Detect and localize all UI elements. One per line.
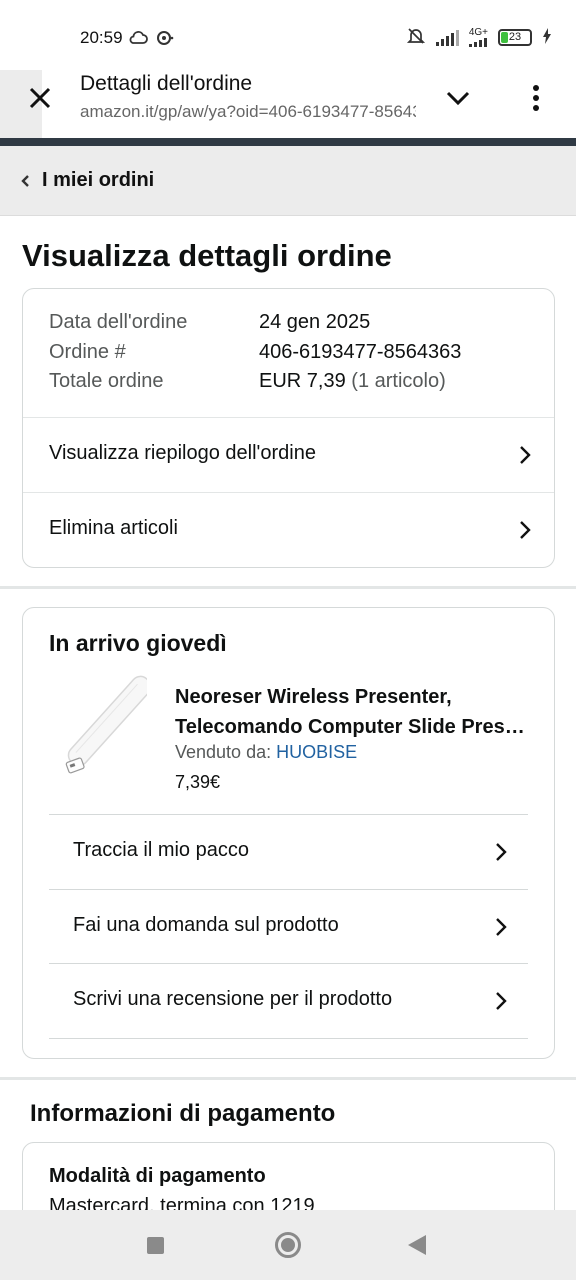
product-image[interactable] [47, 674, 152, 784]
product-title-line2: Telecomando Computer Slide Presenter [175, 716, 531, 738]
breadcrumb-label[interactable]: I miei ordini [42, 169, 154, 192]
ask-question-link[interactable]: Fai una domanda sul prodotto [49, 890, 528, 964]
payment-method-title: Modalità di pagamento [49, 1165, 266, 1187]
order-item-count: (1 articolo) [351, 370, 446, 392]
link-label: Visualizza riepilogo dell'ordine [49, 442, 316, 464]
seller-info: Venduto da: HUOBISE [175, 742, 357, 763]
info-label: Totale ordine [49, 370, 164, 392]
section-separator [0, 586, 576, 589]
battery-level: 23 [508, 31, 522, 43]
info-label: Ordine # [49, 341, 126, 363]
product-title[interactable]: Neoreser Wireless Presenter, Telecomando… [175, 682, 531, 742]
seller-link[interactable]: HUOBISE [276, 742, 357, 762]
track-package-link[interactable]: Traccia il mio pacco [49, 815, 528, 889]
arrival-status: In arrivo giovedì [49, 630, 227, 656]
recents-button[interactable] [147, 1237, 164, 1254]
overflow-menu-button[interactable] [524, 82, 548, 114]
order-total-value: EUR 7,39 [259, 370, 346, 392]
chevron-right-icon [520, 521, 531, 539]
back-button[interactable] [408, 1235, 426, 1255]
signal-icon [435, 29, 459, 46]
page-heading: Visualizza dettagli ordine [22, 238, 392, 273]
sync-icon [156, 30, 174, 51]
signal-icon-2 [469, 38, 488, 47]
cloud-icon [128, 30, 148, 51]
home-button[interactable] [275, 1232, 301, 1258]
site-nav-strip [0, 138, 576, 146]
order-total-row: Totale ordine EUR 7,39 (1 articolo) [49, 370, 446, 393]
system-nav-bar [0, 1210, 576, 1280]
bell-off-icon [406, 26, 426, 49]
chevron-down-icon [446, 91, 470, 106]
chevron-left-icon [21, 175, 29, 187]
link-label: Elimina articoli [49, 517, 178, 539]
order-info-card: Data dell'ordine 24 gen 2025 Ordine # 40… [22, 288, 555, 568]
write-review-link[interactable]: Scrivi una recensione per il prodotto [49, 964, 528, 1038]
charging-icon [542, 28, 552, 47]
status-icons: 4G+ 23 [406, 26, 552, 49]
product-price: 7,39€ [175, 772, 221, 792]
close-icon [29, 87, 51, 109]
more-vert-icon [533, 85, 539, 111]
action-label: Traccia il mio pacco [73, 839, 249, 861]
action-label: Scrivi una recensione per il prodotto [73, 988, 393, 1010]
breadcrumb[interactable]: I miei ordini [0, 146, 576, 216]
close-tab-button[interactable] [24, 82, 56, 114]
status-time: 20:59 [80, 28, 123, 47]
divider [49, 1038, 528, 1039]
expand-button[interactable] [440, 82, 476, 114]
action-label: Fai una domanda sul prodotto [73, 914, 339, 936]
order-number-row: Ordine # 406-6193477-8564363 [49, 341, 461, 364]
order-date: 24 gen 2025 [259, 311, 371, 333]
order-date-row: Data dell'ordine 24 gen 2025 [49, 311, 370, 334]
shipment-card: In arrivo giovedì Neoreser Wireless Pres… [22, 607, 555, 1059]
chevron-right-icon [496, 918, 507, 936]
chevron-right-icon [496, 992, 507, 1010]
order-number: 406-6193477-8564363 [259, 341, 462, 363]
seller-label: Venduto da: [175, 742, 272, 762]
chevron-right-icon [520, 446, 531, 464]
browser-toolbar: Dettagli dell'ordine amazon.it/gp/aw/ya?… [0, 60, 576, 138]
product-title-line1: Neoreser Wireless Presenter, [175, 686, 452, 708]
section-separator [0, 1077, 576, 1080]
battery-icon: 23 [498, 29, 532, 46]
payment-heading: Informazioni di pagamento [30, 1100, 336, 1127]
delete-items-link[interactable]: Elimina articoli [23, 493, 554, 567]
chevron-right-icon [496, 843, 507, 861]
view-order-summary-link[interactable]: Visualizza riepilogo dell'ordine [23, 418, 554, 492]
order-total: EUR 7,39 (1 articolo) [259, 370, 446, 393]
page-title: Dettagli dell'ordine [80, 72, 253, 95]
network-type: 4G+ [468, 27, 488, 38]
page-url[interactable]: amazon.it/gp/aw/ya?oid=406-6193477-85643… [80, 102, 416, 122]
info-label: Data dell'ordine [49, 311, 188, 333]
